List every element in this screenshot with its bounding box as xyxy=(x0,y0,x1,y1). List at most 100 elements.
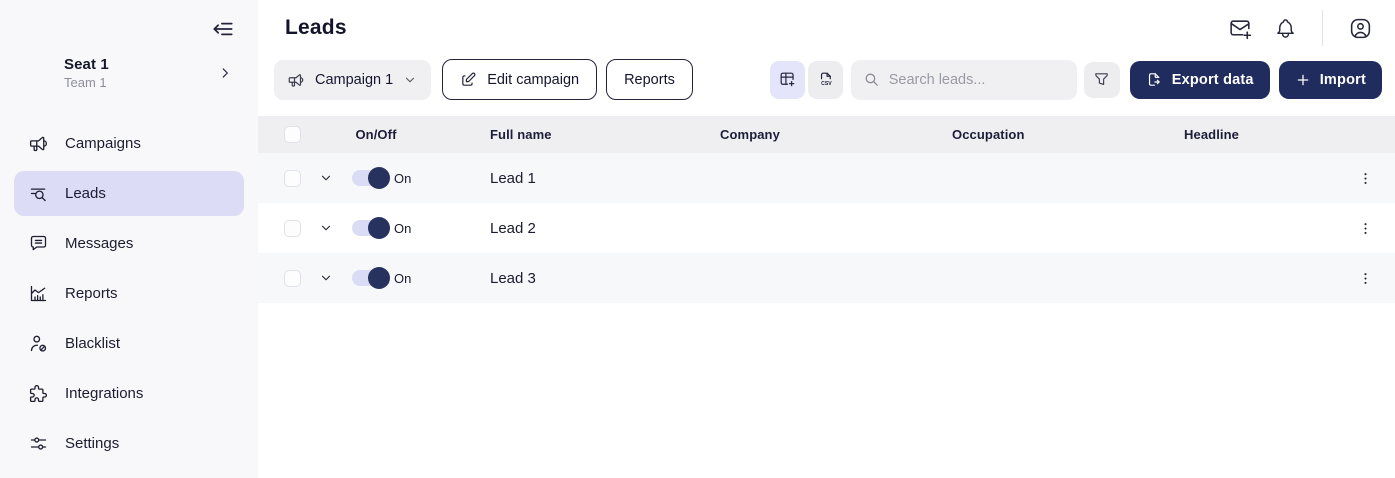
page-title: Leads xyxy=(285,16,347,40)
filter-button[interactable] xyxy=(1084,62,1120,98)
sidebar-item-label: Integrations xyxy=(65,385,143,402)
profile-button[interactable] xyxy=(1343,11,1377,45)
chevron-down-icon xyxy=(319,171,333,185)
sidebar-item-label: Reports xyxy=(65,285,118,302)
sidebar-item-leads[interactable]: Leads xyxy=(14,171,244,216)
megaphone-icon xyxy=(287,71,305,89)
collapse-sidebar-icon xyxy=(210,16,236,42)
lead-toggle[interactable] xyxy=(352,170,388,186)
puzzle-icon xyxy=(28,383,49,404)
kebab-menu-icon xyxy=(1358,221,1373,236)
toolbar: Campaign 1 Edit campaign Reports xyxy=(258,59,1395,100)
column-header-onoff: On/Off xyxy=(308,127,444,142)
row-expand-button[interactable] xyxy=(308,163,344,193)
chevron-down-icon xyxy=(319,271,333,285)
row-menu-button[interactable] xyxy=(1350,263,1380,293)
reports-button-label: Reports xyxy=(624,72,675,88)
search-input[interactable] xyxy=(889,72,1065,88)
leads-table: On/Off Full name Company Occupation Head… xyxy=(258,116,1395,303)
export-csv-view-button[interactable]: CSV xyxy=(808,61,843,99)
toggle-knob xyxy=(368,167,390,189)
sidebar-item-label: Messages xyxy=(65,235,133,252)
table-row: On Lead 3 xyxy=(258,253,1395,303)
bell-icon xyxy=(1274,17,1297,40)
import-label: Import xyxy=(1320,72,1366,88)
toggle-knob xyxy=(368,217,390,239)
lead-full-name: Lead 3 xyxy=(444,270,674,287)
user-block-icon xyxy=(28,333,49,354)
row-checkbox[interactable] xyxy=(284,270,301,287)
edit-pencil-icon xyxy=(460,71,477,88)
seat-title: Seat 1 xyxy=(64,56,240,73)
mail-plus-icon xyxy=(1228,16,1253,41)
sidebar-item-reports[interactable]: Reports xyxy=(14,271,244,316)
table-header-row: On/Off Full name Company Occupation Head… xyxy=(258,116,1395,153)
search-icon xyxy=(863,71,880,88)
table-row: On Lead 1 xyxy=(258,153,1395,203)
toggle-state-label: On xyxy=(394,171,411,186)
sidebar-item-integrations[interactable]: Integrations xyxy=(14,371,244,416)
column-header-occupation: Occupation xyxy=(906,127,1138,142)
row-checkbox[interactable] xyxy=(284,220,301,237)
table-columns-settings-button[interactable] xyxy=(770,61,805,99)
new-message-button[interactable] xyxy=(1223,11,1257,45)
table-row: On Lead 2 xyxy=(258,203,1395,253)
chart-icon xyxy=(28,283,49,304)
plus-icon xyxy=(1295,72,1311,88)
sidebar-item-settings[interactable]: Settings xyxy=(14,421,244,466)
import-button[interactable]: Import xyxy=(1279,61,1382,99)
edit-campaign-label: Edit campaign xyxy=(487,72,579,88)
search-box xyxy=(851,60,1077,100)
collapse-sidebar-button[interactable] xyxy=(209,15,237,43)
sidebar-item-label: Leads xyxy=(65,185,106,202)
megaphone-icon xyxy=(28,133,49,154)
column-header-headline: Headline xyxy=(1138,127,1335,142)
view-toggle: CSV xyxy=(770,61,843,99)
lead-full-name: Lead 2 xyxy=(444,220,674,237)
sidebar-item-label: Settings xyxy=(65,435,119,452)
select-all-checkbox[interactable] xyxy=(284,126,301,143)
sidebar-item-label: Campaigns xyxy=(65,135,141,152)
row-menu-button[interactable] xyxy=(1350,213,1380,243)
avatar-icon xyxy=(1348,16,1373,41)
filter-funnel-icon xyxy=(1093,71,1110,88)
lead-search-icon xyxy=(28,183,49,204)
seat-subtitle: Team 1 xyxy=(64,75,240,90)
chevron-right-icon xyxy=(218,66,232,80)
table-settings-icon xyxy=(778,70,797,89)
lead-toggle[interactable] xyxy=(352,270,388,286)
campaign-selector-dropdown[interactable]: Campaign 1 xyxy=(274,60,431,100)
toggle-state-label: On xyxy=(394,221,411,236)
toggle-knob xyxy=(368,267,390,289)
row-checkbox[interactable] xyxy=(284,170,301,187)
chevron-down-icon xyxy=(403,73,417,87)
sidebar-item-messages[interactable]: Messages xyxy=(14,221,244,266)
row-menu-button[interactable] xyxy=(1350,163,1380,193)
csv-file-icon: CSV xyxy=(816,70,835,89)
row-expand-button[interactable] xyxy=(308,213,344,243)
kebab-menu-icon xyxy=(1358,171,1373,186)
file-export-icon xyxy=(1146,71,1163,88)
export-data-button[interactable]: Export data xyxy=(1130,61,1270,99)
main-content: Leads xyxy=(258,0,1395,478)
kebab-menu-icon xyxy=(1358,271,1373,286)
sidebar-item-blacklist[interactable]: Blacklist xyxy=(14,321,244,366)
column-header-full-name: Full name xyxy=(444,127,674,142)
seat-selector[interactable]: Seat 1 Team 1 xyxy=(0,56,258,90)
campaign-selector-label: Campaign 1 xyxy=(315,72,393,88)
sidebar: Seat 1 Team 1 Campaigns xyxy=(0,0,258,478)
notifications-button[interactable] xyxy=(1268,11,1302,45)
svg-text:CSV: CSV xyxy=(821,81,832,87)
edit-campaign-button[interactable]: Edit campaign xyxy=(442,59,597,100)
sidebar-item-label: Blacklist xyxy=(65,335,120,352)
row-expand-button[interactable] xyxy=(308,263,344,293)
topbar-divider xyxy=(1322,10,1323,46)
message-icon xyxy=(28,233,49,254)
lead-full-name: Lead 1 xyxy=(444,170,674,187)
column-header-company: Company xyxy=(674,127,906,142)
sidebar-item-campaigns[interactable]: Campaigns xyxy=(14,121,244,166)
reports-button[interactable]: Reports xyxy=(606,59,693,100)
lead-toggle[interactable] xyxy=(352,220,388,236)
toggle-state-label: On xyxy=(394,271,411,286)
chevron-down-icon xyxy=(319,221,333,235)
